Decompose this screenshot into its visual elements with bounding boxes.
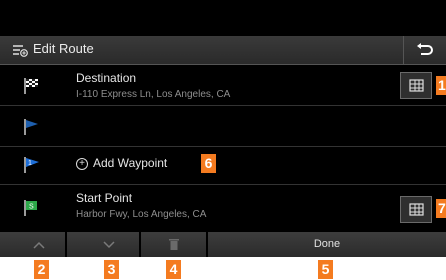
destination-map-button[interactable] xyxy=(400,72,432,99)
plus-circle-icon: + xyxy=(76,158,88,170)
start-map-button[interactable] xyxy=(400,196,432,223)
back-arrow-icon xyxy=(417,43,433,55)
flag-number: 1 xyxy=(28,160,32,167)
callout-badge-2: 2 xyxy=(34,260,49,279)
page-title: Edit Route xyxy=(33,41,94,56)
delete-button[interactable] xyxy=(141,232,208,257)
trash-icon xyxy=(169,239,179,250)
callout-badge-3: 3 xyxy=(104,260,119,279)
waypoint-row-empty[interactable] xyxy=(0,106,446,147)
add-waypoint-label: Add Waypoint xyxy=(93,156,168,170)
green-flag-icon: S xyxy=(24,200,37,216)
numbered-blue-flag-icon: 1 xyxy=(24,157,39,173)
destination-title: Destination xyxy=(76,71,137,85)
navigation-screen: Edit Route Destination I-110 Express Ln,… xyxy=(0,0,446,257)
add-waypoint-row[interactable]: 1 + Add Waypoint 6 xyxy=(0,147,446,185)
chevron-down-icon xyxy=(103,241,115,249)
chevron-up-icon xyxy=(33,241,45,249)
start-point-address: Harbor Fwy, Los Angeles, CA xyxy=(76,209,207,220)
checkered-flag-icon xyxy=(24,78,38,94)
destination-address: I-110 Express Ln, Los Angeles, CA xyxy=(76,89,231,100)
done-label: Done xyxy=(313,238,341,250)
header-bar: Edit Route xyxy=(0,36,446,65)
callout-badge-4: 4 xyxy=(166,260,181,279)
callout-badge-1: 1 xyxy=(436,76,446,95)
map-icon xyxy=(409,79,424,92)
callout-badge-5: 5 xyxy=(318,260,333,279)
move-down-button[interactable] xyxy=(67,232,141,257)
callout-badge-7: 7 xyxy=(436,199,446,218)
bottom-bar: Done xyxy=(0,232,446,257)
move-up-button[interactable] xyxy=(0,232,67,257)
blue-flag-icon xyxy=(24,119,38,135)
destination-row[interactable]: Destination I-110 Express Ln, Los Angele… xyxy=(0,65,446,106)
flag-letter: S xyxy=(29,204,34,211)
start-point-title: Start Point xyxy=(76,191,133,205)
start-point-row[interactable]: S Start Point Harbor Fwy, Los Angeles, C… xyxy=(0,186,446,230)
done-button[interactable]: Done xyxy=(208,232,446,257)
map-icon xyxy=(409,203,424,216)
callout-badge-6: 6 xyxy=(201,154,216,173)
route-edit-icon xyxy=(13,45,28,57)
back-button[interactable] xyxy=(403,36,446,64)
